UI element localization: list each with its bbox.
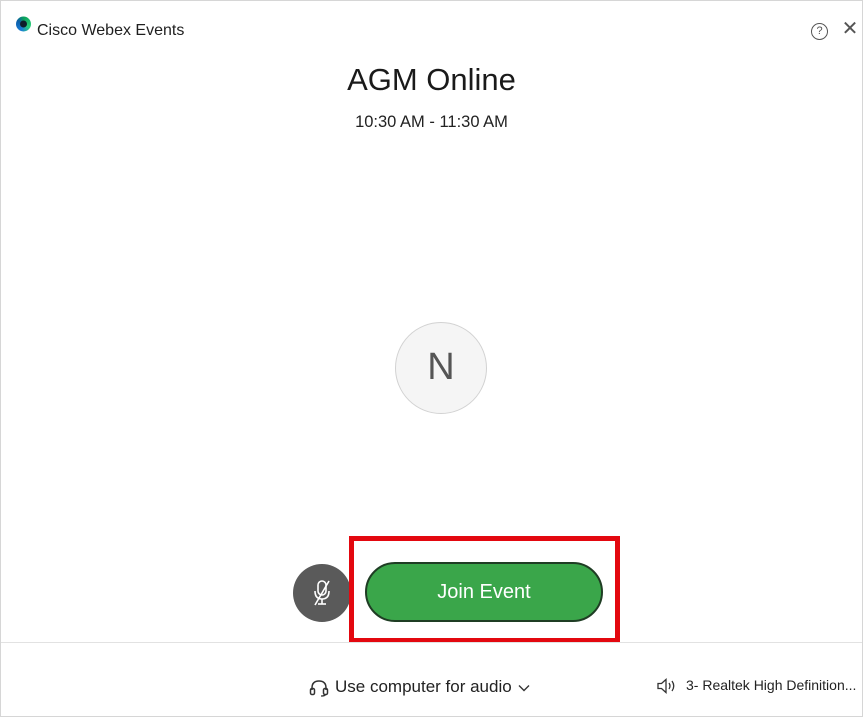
title-bar: Cisco Webex Events ? ✕ — [1, 1, 862, 41]
audio-connection-label: Use computer for audio — [335, 677, 512, 696]
event-time: 10:30 AM - 11:30 AM — [355, 113, 508, 131]
headset-icon — [309, 679, 329, 697]
help-button[interactable]: ? — [811, 23, 828, 40]
avatar: N — [395, 322, 487, 414]
webex-logo-icon — [16, 16, 31, 32]
mute-button[interactable] — [293, 564, 351, 622]
app-title: Cisco Webex Events — [37, 22, 185, 39]
microphone-muted-icon — [314, 580, 330, 606]
event-title: AGM Online — [347, 62, 516, 97]
close-button[interactable]: ✕ — [841, 18, 859, 40]
bottom-divider — [1, 642, 862, 643]
join-event-button[interactable]: Join Event — [365, 562, 603, 622]
speaker-icon — [657, 678, 675, 695]
speaker-label: 3- Realtek High Definition... — [686, 677, 857, 693]
question-circle-icon: ? — [816, 25, 823, 37]
chevron-down-icon — [518, 684, 530, 692]
speaker-selector[interactable]: 3- Realtek High Definition... — [656, 675, 861, 695]
close-icon: ✕ — [841, 18, 859, 40]
webex-events-window: Cisco Webex Events ? ✕ AGM Online 10:30 … — [0, 0, 863, 717]
audio-connection-dropdown[interactable]: Use computer for audio — [309, 677, 530, 697]
